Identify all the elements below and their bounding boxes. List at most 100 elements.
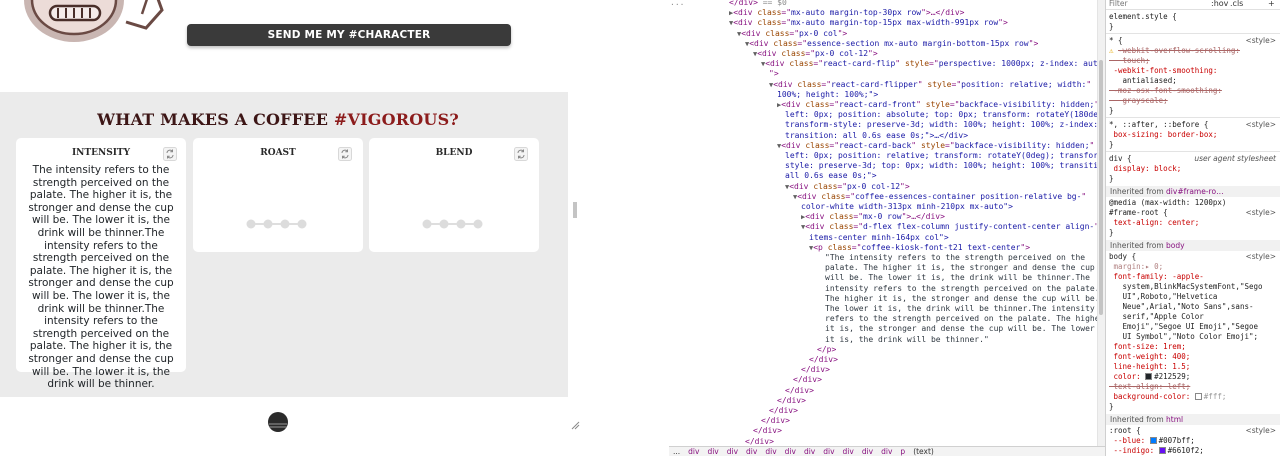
breadcrumb-item[interactable]: ... <box>673 447 680 456</box>
style-property[interactable]: color: #212529; <box>1109 372 1279 382</box>
style-property[interactable]: serif,"Apple Color <box>1109 312 1279 322</box>
flip-card-icon[interactable] <box>514 147 528 161</box>
closing-tag-line[interactable]: </div> <box>745 437 774 446</box>
breadcrumb-item[interactable]: div <box>862 447 873 456</box>
style-property[interactable]: text-align: left; <box>1109 382 1279 392</box>
element-node-continuation[interactable]: transition: all 0.6s ease 0s;">…</div> <box>785 131 968 141</box>
flip-card-icon[interactable] <box>338 147 352 161</box>
breadcrumb-item[interactable]: (text) <box>913 447 934 456</box>
color-swatch-icon[interactable] <box>1158 447 1166 454</box>
elements-panel[interactable]: ... </div> == $0 ▶<div class="mx-auto marg… <box>669 0 1097 446</box>
style-property[interactable]: Emoji","Segoe UI Emoji","Segoe <box>1109 322 1279 332</box>
breadcrumb-item[interactable]: div <box>785 447 796 456</box>
text-node-line[interactable]: palate. The higher it is, the stronger a… <box>825 263 1095 273</box>
element-node-line[interactable]: ▼<p class="coffee-kiosk-font-t21 text-ce… <box>809 243 1030 253</box>
style-property[interactable]: Neue",Arial,"Noto Sans",sans- <box>1109 302 1279 312</box>
element-node-line[interactable]: ▼<div class="mx-auto margin-top-15px max… <box>729 18 1008 28</box>
element-node-line[interactable]: ▼<div class="px-0 col-12"> <box>785 182 910 192</box>
style-property[interactable]: ⚠ -webkit-overflow-scrolling: <box>1109 46 1279 56</box>
inherited-target-link[interactable]: div#frame-ro… <box>1166 187 1224 196</box>
element-node-line[interactable]: ▼<div class="px-0 col-12"> <box>753 49 878 59</box>
element-node-continuation[interactable]: style: preserve-3d; top: 0px; width: 100… <box>785 161 1097 171</box>
style-source-link[interactable]: <style> <box>1245 36 1276 46</box>
element-node-line[interactable]: ▼<div class="px-0 col"> <box>737 29 847 39</box>
selected-node-line[interactable]: </div> == $0 <box>729 0 787 8</box>
element-node-continuation[interactable]: "> <box>769 69 779 79</box>
element-node-line[interactable]: ▼<div class="d-flex flex-column justify-… <box>801 222 1097 232</box>
style-property[interactable]: antialiased; <box>1109 76 1279 86</box>
styles-pane[interactable]: :hov .cls + element.style {} * {<style>⚠ … <box>1105 0 1280 456</box>
style-property[interactable]: --blue: #007bff; <box>1109 436 1279 446</box>
element-node-line[interactable]: ▼<div class="react-card-flipper" style="… <box>769 80 1091 90</box>
element-node-line[interactable]: ▶<div class="mx-auto margin-top-30px row… <box>729 8 964 18</box>
style-source-link[interactable]: <style> <box>1245 120 1276 130</box>
element-node-line[interactable]: ▼<div class="react-card-back" style="bac… <box>777 141 1094 151</box>
element-node-continuation[interactable]: color-white width-313px minh-210px mx-au… <box>801 202 1013 212</box>
closing-tag-line[interactable]: </div> <box>801 365 830 375</box>
style-source-link[interactable]: <style> <box>1245 426 1276 436</box>
closing-tag-line[interactable]: </div> <box>809 355 838 365</box>
element-node-line[interactable]: ▶<div class="react-card-front" style="ba… <box>777 100 1097 110</box>
element-node-continuation[interactable]: transform-style: preserve-3d; width: 100… <box>785 120 1097 130</box>
element-node-continuation[interactable]: all 0.6s ease 0s;"> <box>785 171 877 181</box>
element-node-line[interactable]: ▼<div class="essence-section mx-auto mar… <box>745 39 1038 49</box>
element-node-line[interactable]: ▼<div class="coffee-essences-container p… <box>793 192 1086 202</box>
style-property[interactable]: font-family: -apple- <box>1109 272 1279 282</box>
style-source-link[interactable]: <style> <box>1245 208 1276 218</box>
text-node-line[interactable]: it is, the drink will be thinner." <box>825 335 989 345</box>
new-rule-button[interactable]: + <box>1268 0 1275 8</box>
closing-tag-line[interactable]: </div> <box>793 375 822 385</box>
style-property[interactable]: text-align: center; <box>1109 218 1279 228</box>
breadcrumb-item[interactable]: div <box>765 447 776 456</box>
style-property[interactable]: touch; <box>1109 56 1279 66</box>
style-property[interactable]: line-height: 1.5; <box>1109 362 1279 372</box>
dom-breadcrumb[interactable]: ... div div div div div div div div div div div p (te… <box>669 446 1105 456</box>
text-node-line[interactable]: refers to the strength perceived on the … <box>825 314 1097 324</box>
style-property[interactable]: -webkit-font-smoothing: <box>1109 66 1279 76</box>
style-property[interactable]: UI",Roboto,"Helvetica <box>1109 292 1279 302</box>
send-character-button[interactable]: SEND ME MY #CHARACTER <box>187 24 511 46</box>
style-property[interactable]: system,BlinkMacSystemFont,"Sego <box>1109 282 1279 292</box>
text-node-line[interactable]: will be. The lower it is, the drink will… <box>825 273 1090 283</box>
flip-card-icon[interactable] <box>163 147 177 161</box>
closing-tag-line[interactable]: </div> <box>785 386 814 396</box>
text-node-line[interactable]: intensity refers to the strength perceiv… <box>825 284 1097 294</box>
style-property[interactable]: margin:▸ 0; <box>1109 262 1279 272</box>
cls-toggle-button[interactable]: .cls <box>1230 0 1243 8</box>
breadcrumb-item[interactable]: div <box>804 447 815 456</box>
element-node-line[interactable]: ▼<div class="react-card-flip" style="per… <box>761 59 1097 69</box>
breadcrumb-item[interactable]: div <box>823 447 834 456</box>
style-property[interactable]: -moz-osx-font-smoothing: <box>1109 86 1279 96</box>
style-property[interactable]: background-color: #fff; <box>1109 392 1279 402</box>
color-swatch-icon[interactable] <box>1145 373 1153 380</box>
breadcrumb-item[interactable]: div <box>843 447 854 456</box>
style-property[interactable]: UI Symbol","Noto Color Emoji"; <box>1109 332 1279 342</box>
element-node-continuation[interactable]: 100%; height: 100%;"> <box>777 90 878 100</box>
styles-filter-input[interactable] <box>1109 0 1199 9</box>
closing-tag-line[interactable]: </div> <box>761 416 790 426</box>
card-blend[interactable]: BLEND <box>369 138 539 252</box>
inherited-target-link[interactable]: body <box>1166 241 1185 250</box>
text-node-line[interactable]: "The intensity refers to the strength pe… <box>825 253 1085 263</box>
drag-handle-icon[interactable] <box>268 422 288 430</box>
resize-grip-icon[interactable] <box>570 420 580 430</box>
breadcrumb-item[interactable]: div <box>727 447 738 456</box>
element-node-continuation[interactable]: items-center minh-164px col"> <box>809 233 949 243</box>
breadcrumb-item[interactable]: div <box>746 447 757 456</box>
text-node-line[interactable]: it is, the stronger and dense the cup wi… <box>825 324 1095 334</box>
card-roast[interactable]: ROAST <box>193 138 363 252</box>
closing-tag-line[interactable]: </div> <box>753 426 782 436</box>
element-node-line[interactable]: ▶<div class="mx-0 row">…</div> <box>801 212 945 222</box>
color-swatch-icon[interactable] <box>1149 437 1157 444</box>
style-source-link[interactable]: <style> <box>1245 252 1276 262</box>
inherited-target-link[interactable]: html <box>1166 415 1183 424</box>
closing-tag-line[interactable]: </div> <box>769 406 798 416</box>
style-property[interactable]: box-sizing: border-box; <box>1109 130 1279 140</box>
style-property[interactable]: grayscale; <box>1109 96 1279 106</box>
breadcrumb-item[interactable]: div <box>688 447 699 456</box>
element-node-continuation[interactable]: left: 0px; position: relative; transform… <box>785 151 1097 161</box>
breadcrumb-item[interactable]: div <box>707 447 718 456</box>
element-node-continuation[interactable]: left: 0px; position: absolute; top: 0px;… <box>785 110 1097 120</box>
closing-tag-line[interactable]: </div> <box>777 396 806 406</box>
breadcrumb-item[interactable]: div <box>881 447 892 456</box>
